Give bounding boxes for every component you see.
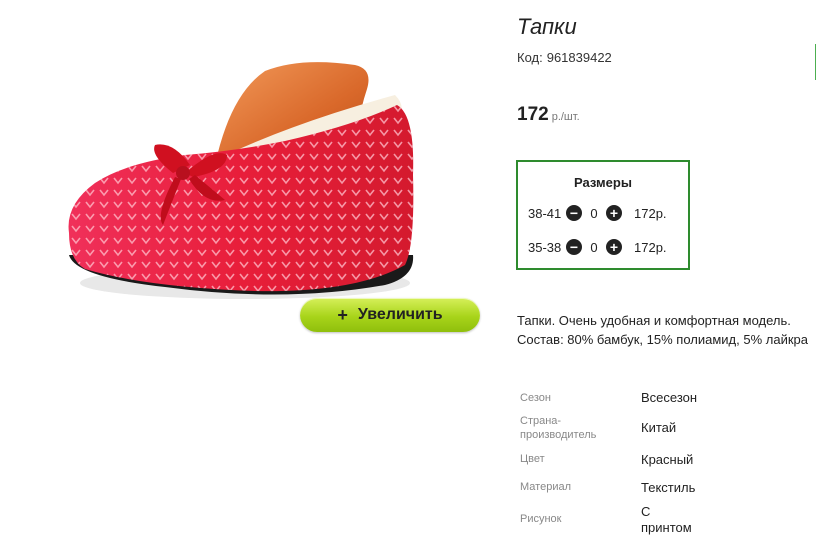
price-unit: р./шт. xyxy=(551,111,580,123)
price-value: 172 xyxy=(517,104,549,125)
spec-label: Цвет xyxy=(520,453,545,465)
spec-value: Китай xyxy=(641,420,677,435)
size-label: 38-41 xyxy=(528,205,562,221)
spec-value: Текстиль xyxy=(641,480,696,495)
plus-icon[interactable]: + xyxy=(606,239,622,255)
size-row: 38-41 − 0 + 172р. xyxy=(528,204,667,222)
quantity-value: 0 xyxy=(590,205,598,221)
sku-label: Код: xyxy=(517,50,543,65)
minus-icon[interactable]: − xyxy=(566,239,582,255)
product-description: Тапки. Очень удобная и комфортная модель… xyxy=(517,313,808,347)
edge-divider xyxy=(815,44,816,80)
sizes-title: Размеры xyxy=(574,175,632,190)
spec-value: Красный xyxy=(641,452,694,467)
spec-value: Всесезон xyxy=(641,390,698,405)
size-price: 172р. xyxy=(634,239,667,255)
minus-icon[interactable]: − xyxy=(566,205,582,221)
plus-icon[interactable]: + xyxy=(606,205,622,221)
product-title: Тапки xyxy=(517,14,577,39)
quantity-value: 0 xyxy=(590,239,598,255)
product-price: 172 р./шт. xyxy=(517,104,580,126)
sizes-panel: Размеры 38-41 − 0 + 172р. 35-38 − 0 + 17… xyxy=(516,160,690,270)
spec-label: Сезон xyxy=(520,392,551,404)
spec-label: Материал xyxy=(520,481,571,493)
product-sku: Код: 961839422 xyxy=(517,50,612,65)
spec-value: С принтом xyxy=(641,504,692,535)
zoom-button[interactable]: + Увеличить xyxy=(300,298,480,332)
sku-value: 961839422 xyxy=(546,50,612,65)
size-price: 172р. xyxy=(634,205,667,221)
product-image[interactable] xyxy=(55,55,425,315)
spec-label: Страна-производитель xyxy=(520,415,597,441)
size-label: 35-38 xyxy=(528,239,562,255)
size-row: 35-38 − 0 + 172р. xyxy=(528,238,667,256)
plus-icon: + xyxy=(337,304,348,325)
spec-label: Рисунок xyxy=(520,513,562,525)
zoom-button-label: Увеличить xyxy=(357,306,443,323)
